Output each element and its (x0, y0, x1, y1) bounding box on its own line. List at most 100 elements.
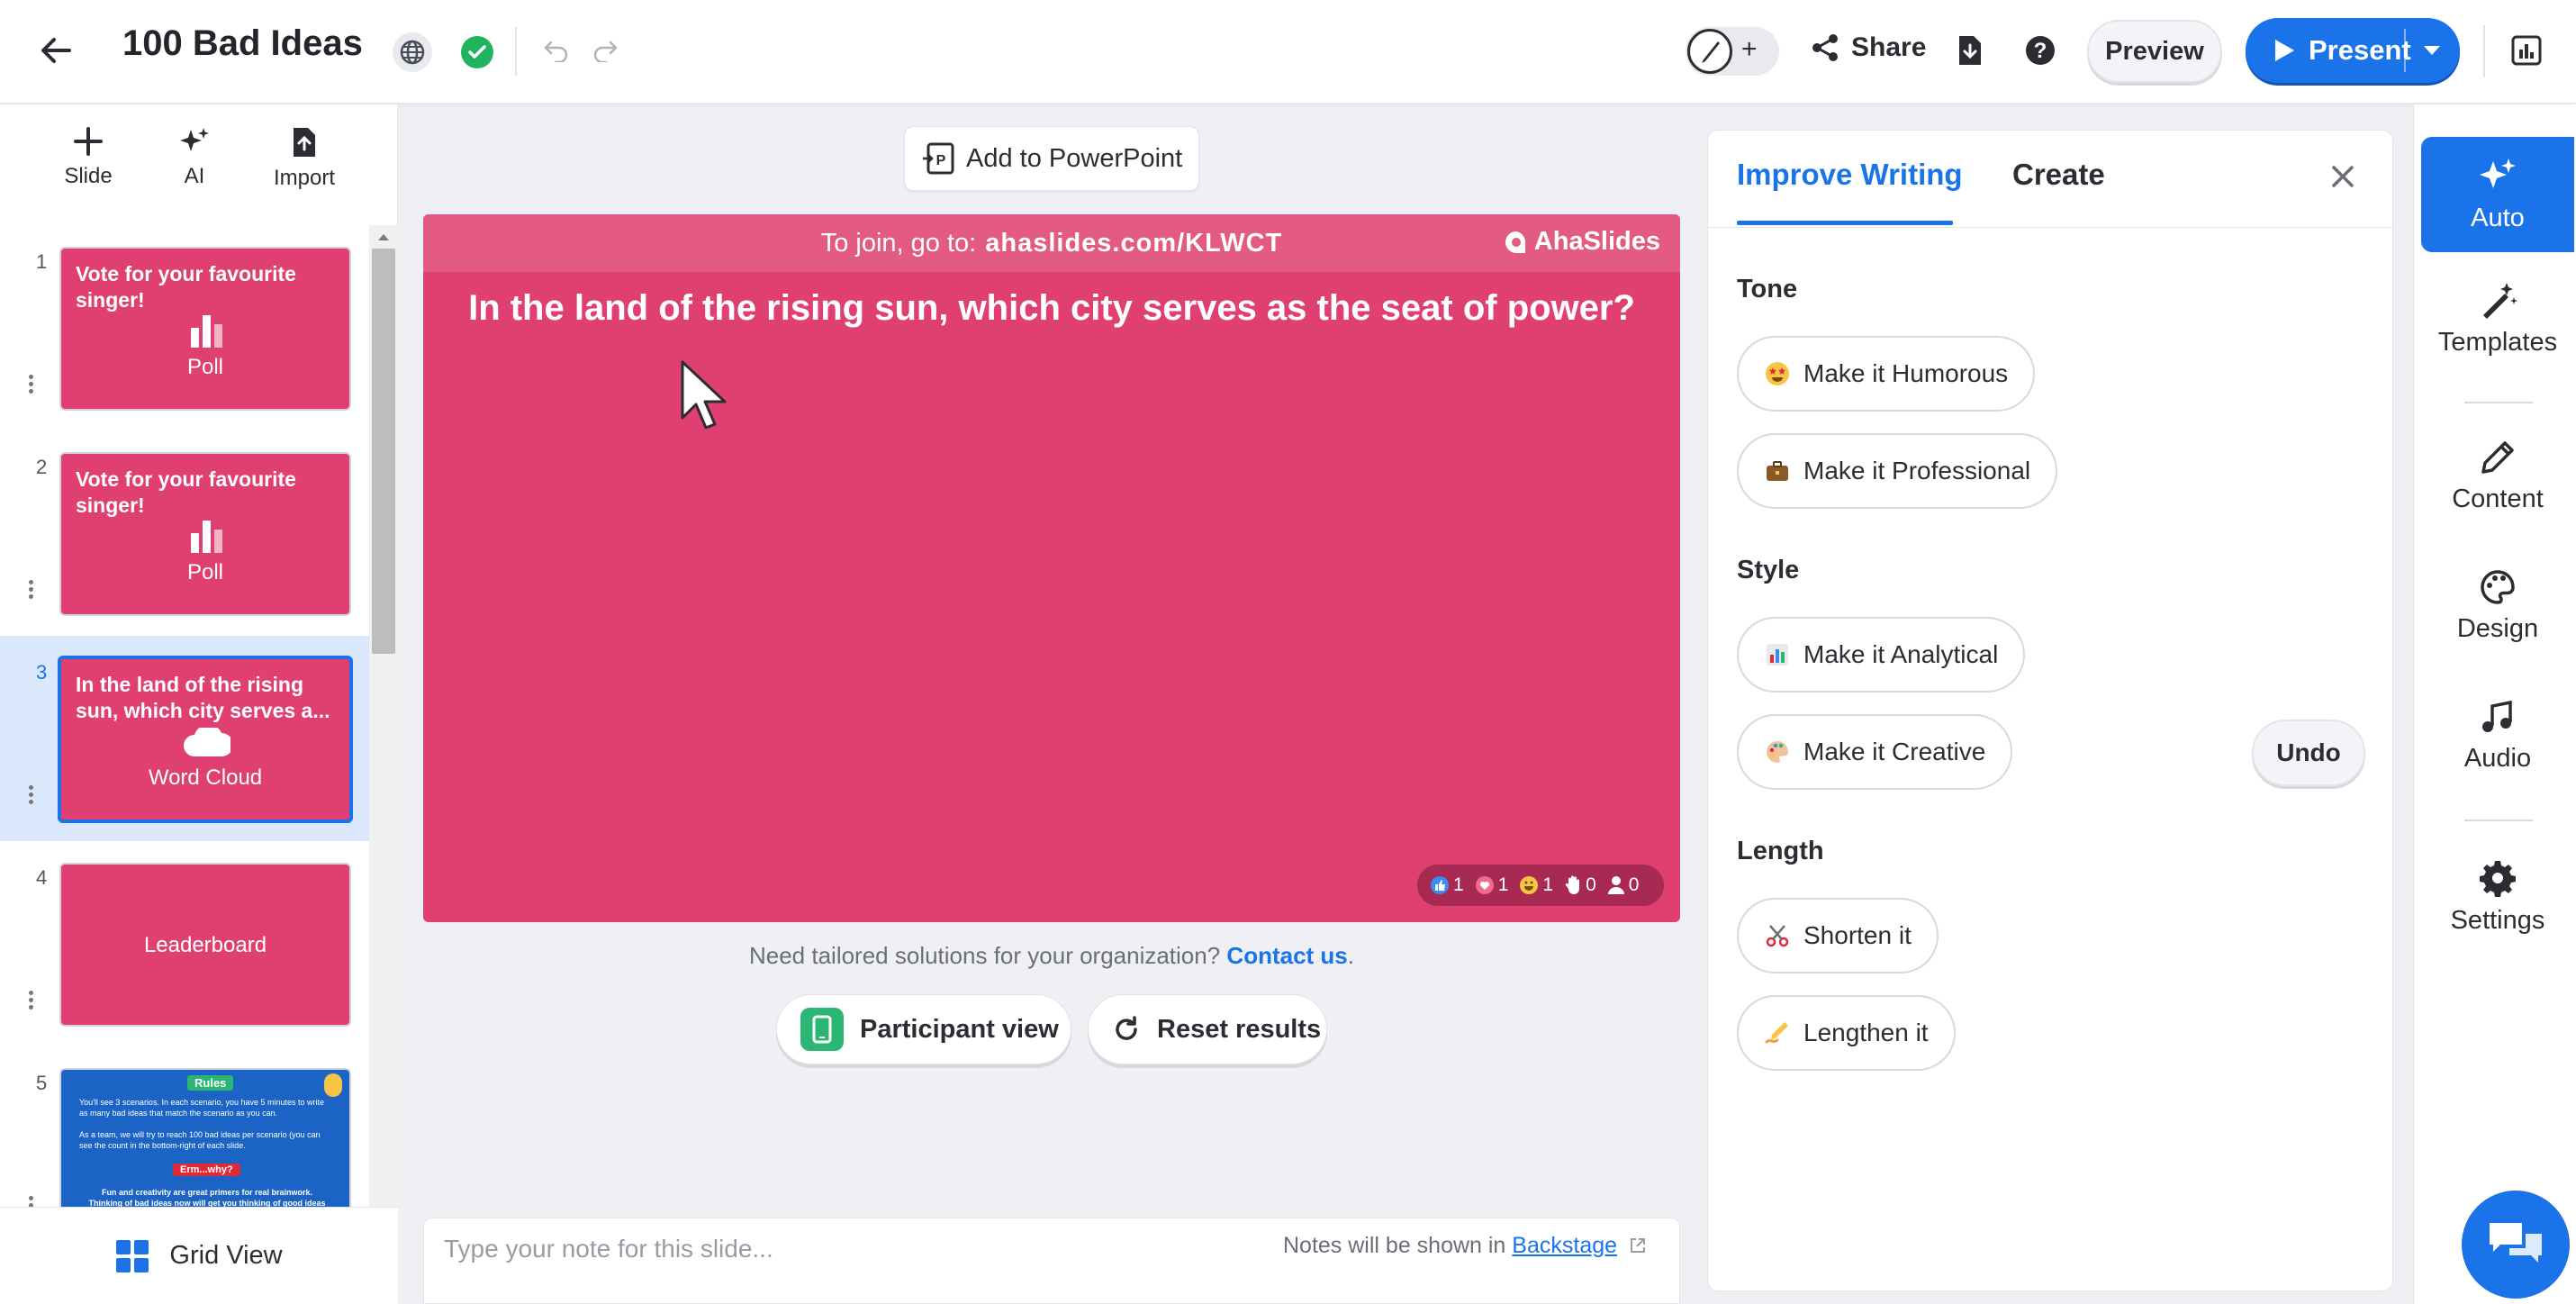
heart-count: 1 (1497, 874, 1509, 895)
palette-icon (1764, 738, 1791, 765)
back-arrow-icon[interactable] (36, 31, 76, 70)
ai-writing-panel: Improve Writing Create Tone Make it Humo… (1707, 130, 2393, 1291)
rail-settings[interactable]: Settings (2421, 859, 2574, 936)
slide-preview[interactable]: In the land of the rising sun, which cit… (58, 656, 353, 823)
slide-type: Leaderboard (143, 933, 267, 957)
add-to-powerpoint-button[interactable]: P Add to PowerPoint (904, 126, 1199, 191)
import-button[interactable]: Import (250, 126, 358, 191)
slide-menu-icon[interactable] (29, 785, 34, 805)
slide-number: 5 (36, 1072, 48, 1094)
ai-button[interactable]: AI (140, 126, 249, 189)
reset-results-label: Reset results (1157, 1014, 1322, 1044)
notes-info-text: Notes will be shown in (1283, 1233, 1506, 1258)
undo-button[interactable]: Undo (2252, 720, 2365, 786)
slide-canvas[interactable]: To join, go to: ahaslides.com/KLWCT AhaS… (423, 214, 1680, 922)
scissors-icon (1764, 922, 1791, 949)
make-it-professional-label: Make it Professional (1803, 457, 2031, 484)
lengthen-it-button[interactable]: Lengthen it (1737, 995, 1956, 1071)
globe-icon[interactable] (393, 32, 432, 72)
reactions-bar: 1 1 1 0 0 (1417, 865, 1664, 906)
rules-heading: Rules (187, 1075, 234, 1091)
participant-view-button[interactable]: Participant view (776, 994, 1071, 1064)
slide-notes[interactable]: Type your note for this slide... Notes w… (423, 1218, 1680, 1304)
avatar[interactable] (1687, 29, 1732, 74)
shorten-it-button[interactable]: Shorten it (1737, 898, 1939, 973)
make-it-analytical-button[interactable]: Make it Analytical (1737, 617, 2026, 693)
hand-reaction: 0 (1564, 874, 1596, 896)
tab-create[interactable]: Create (2012, 158, 2105, 192)
rail-design[interactable]: Design (2421, 569, 2574, 644)
undo-icon[interactable] (538, 34, 574, 67)
slide-thumbnail-2[interactable]: 2 Vote for your favourite singer! Poll (0, 430, 369, 636)
phone-icon (800, 1008, 844, 1051)
hand-count: 0 (1586, 874, 1596, 895)
rules-bullet: As a team, we will try to reach 100 bad … (79, 1130, 321, 1150)
poll-icon (191, 521, 222, 553)
add-slide-button[interactable]: Slide (34, 126, 142, 189)
slide-menu-icon[interactable] (29, 991, 34, 1010)
slide-menu-icon[interactable] (29, 375, 34, 394)
slide-list-scrollbar[interactable] (369, 225, 398, 1304)
ahaslides-logo: AhaSlides (1504, 227, 1660, 257)
chevron-down-icon[interactable] (2422, 44, 2442, 57)
make-it-professional-button[interactable]: Make it Professional (1737, 433, 2058, 509)
share-label: Share (1851, 32, 1927, 62)
slide-thumbnail-3[interactable]: 3 In the land of the rising sun, which c… (0, 636, 369, 841)
close-icon[interactable] (2329, 163, 2356, 190)
heart-icon (1475, 876, 1494, 894)
support-chat-button[interactable] (2462, 1191, 2570, 1299)
make-it-creative-label: Make it Creative (1803, 738, 1986, 765)
present-button[interactable]: Present (2246, 18, 2460, 83)
share-icon (1812, 34, 1838, 61)
grid-view-button[interactable]: Grid View (0, 1207, 398, 1304)
backstage-link[interactable]: Backstage (1512, 1233, 1617, 1258)
make-it-creative-button[interactable]: Make it Creative (1737, 714, 2013, 790)
add-collaborator-icon[interactable]: + (1741, 34, 1758, 65)
slide-menu-icon[interactable] (29, 580, 34, 600)
slide-question[interactable]: In the land of the rising sun, which cit… (423, 288, 1680, 329)
presentation-title[interactable]: 100 Bad Ideas (122, 23, 363, 64)
collaborators-group[interactable]: + (1686, 27, 1779, 76)
people-count: 0 (1628, 874, 1640, 895)
slide-title: Vote for your favourite singer! (76, 467, 296, 517)
participants-count: 0 (1607, 874, 1640, 896)
slide-preview[interactable]: Vote for your favourite singer! Poll (59, 247, 351, 411)
analytics-icon[interactable] (2505, 29, 2548, 72)
preview-button[interactable]: Preview (2087, 20, 2222, 83)
add-to-powerpoint-label: Add to PowerPoint (966, 143, 1183, 173)
download-icon[interactable] (1950, 31, 1990, 70)
rail-content[interactable]: Content (2421, 439, 2574, 514)
notes-info: Notes will be shown in Backstage (1283, 1233, 1647, 1259)
ahaslides-logo-icon (1505, 231, 1525, 253)
external-link-icon[interactable] (1629, 1236, 1647, 1254)
slide-preview[interactable]: Vote for your favourite singer! Poll (59, 452, 351, 616)
right-rail: Auto Templates Content Design Audio Sett… (2413, 104, 2576, 1304)
slide-thumbnail-1[interactable]: 1 Vote for your favourite singer! Poll (0, 225, 369, 430)
grid-icon (116, 1239, 149, 1272)
laugh-count: 1 (1542, 874, 1554, 895)
hand-icon (1565, 875, 1580, 894)
divider (2404, 29, 2406, 72)
redo-icon[interactable] (587, 34, 623, 67)
make-it-humorous-button[interactable]: Make it Humorous (1737, 336, 2036, 412)
slide-number: 4 (36, 866, 48, 889)
notes-placeholder[interactable]: Type your note for this slide... (444, 1235, 773, 1263)
rail-auto[interactable]: Auto (2421, 137, 2574, 252)
rail-audio[interactable]: Audio (2421, 699, 2574, 774)
rail-templates[interactable]: Templates (2421, 281, 2574, 358)
slide-type: Poll (186, 355, 224, 379)
slide-preview[interactable]: Leaderboard (59, 863, 351, 1027)
contact-us-link[interactable]: Contact us (1226, 942, 1347, 969)
slide-thumbnail-4[interactable]: 4 Leaderboard (0, 841, 369, 1046)
scroll-thumb[interactable] (372, 249, 395, 654)
tab-improve-writing[interactable]: Improve Writing (1737, 158, 1963, 192)
scroll-up-icon[interactable] (376, 232, 391, 241)
help-icon[interactable]: ? (2020, 31, 2060, 70)
slide-list: 1 Vote for your favourite singer! Poll 2… (0, 225, 369, 1304)
slide-number: 3 (36, 661, 48, 684)
present-label: Present (2309, 34, 2411, 66)
share-button[interactable]: Share (1810, 32, 1926, 63)
mouse-cursor-icon (681, 360, 727, 430)
lightbulb-icon (324, 1073, 342, 1097)
reset-results-button[interactable]: Reset results (1088, 994, 1327, 1064)
